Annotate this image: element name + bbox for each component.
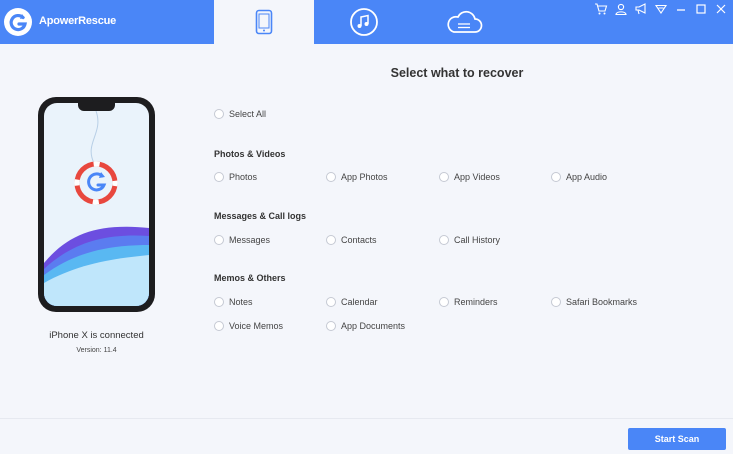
cloud-icon — [447, 10, 483, 33]
device-version: Version: 11.4 — [76, 347, 117, 354]
option-contacts[interactable]: Contacts — [326, 234, 377, 246]
radio-circle[interactable] — [439, 297, 449, 307]
section-title-messages-call-logs: Messages & Call logs — [214, 211, 307, 221]
option-label: Calendar — [341, 297, 378, 307]
radio-circle[interactable] — [439, 235, 449, 245]
recovery-graphic — [44, 110, 149, 306]
footer-divider — [0, 418, 733, 419]
option-app-audio[interactable]: App Audio — [551, 171, 607, 183]
radio-circle[interactable] — [214, 172, 224, 182]
option-app-photos[interactable]: App Photos — [326, 171, 388, 183]
minimize-icon[interactable] — [674, 2, 688, 16]
phone-illustration — [38, 97, 155, 312]
option-notes[interactable]: Notes — [214, 296, 253, 308]
app-logo-icon — [4, 8, 32, 36]
section-title-memos-others: Memos & Others — [214, 273, 286, 283]
radio-circle[interactable] — [326, 321, 336, 331]
option-label: Safari Bookmarks — [566, 297, 638, 307]
option-safari-bookmarks[interactable]: Safari Bookmarks — [551, 296, 637, 308]
page-title: Select what to recover — [390, 66, 524, 80]
option-app-videos[interactable]: App Videos — [439, 171, 500, 183]
radio-circle[interactable] — [551, 172, 561, 182]
option-app-documents[interactable]: App Documents — [326, 320, 405, 332]
radio-circle[interactable] — [326, 172, 336, 182]
phone-screen — [44, 103, 149, 306]
option-label: Photos — [229, 172, 258, 182]
section-title-photos-videos: Photos & Videos — [214, 149, 286, 159]
radio-circle[interactable] — [551, 297, 561, 307]
tab-ios-device[interactable] — [214, 0, 314, 44]
option-label: App Documents — [341, 321, 406, 331]
option-label: Contacts — [341, 235, 377, 245]
option-label: App Videos — [454, 172, 500, 182]
option-label: Voice Memos — [229, 321, 284, 331]
start-scan-button[interactable]: Start Scan — [628, 428, 726, 450]
option-label: Call History — [454, 235, 501, 245]
radio-circle[interactable] — [214, 321, 224, 331]
option-photos[interactable]: Photos — [214, 171, 257, 183]
option-call-history[interactable]: Call History — [439, 234, 500, 246]
select-all-checkbox[interactable]: Select All — [214, 108, 266, 120]
music-icon — [350, 8, 378, 36]
user-icon[interactable] — [614, 2, 628, 16]
maximize-icon[interactable] — [694, 2, 708, 16]
option-label: App Photos — [341, 172, 388, 182]
app-title: ApowerRescue — [39, 15, 117, 27]
radio-circle[interactable] — [214, 235, 224, 245]
tab-itunes-backup[interactable] — [314, 0, 414, 44]
option-label: App Audio — [566, 172, 608, 182]
phone-notch — [78, 103, 115, 111]
radio-circle[interactable] — [439, 172, 449, 182]
radio-circle[interactable] — [214, 297, 224, 307]
option-reminders[interactable]: Reminders — [439, 296, 498, 308]
select-all-label: Select All — [229, 109, 267, 119]
option-label: Messages — [229, 235, 271, 245]
megaphone-icon[interactable] — [634, 2, 648, 16]
tab-icloud-backup[interactable] — [414, 0, 514, 44]
option-voice-memos[interactable]: Voice Memos — [214, 320, 283, 332]
radio-circle[interactable] — [214, 109, 224, 119]
title-bar: ApowerRescue — [0, 0, 733, 44]
phone-icon — [255, 9, 273, 35]
option-calendar[interactable]: Calendar — [326, 296, 378, 308]
option-label: Reminders — [454, 297, 498, 307]
close-icon[interactable] — [714, 2, 728, 16]
device-connected-status: iPhone X is connected — [49, 330, 144, 341]
radio-circle[interactable] — [326, 235, 336, 245]
option-label: Notes — [229, 297, 253, 307]
option-messages[interactable]: Messages — [214, 234, 270, 246]
dropdown-icon[interactable] — [654, 2, 668, 16]
cart-icon[interactable] — [594, 2, 608, 16]
radio-circle[interactable] — [326, 297, 336, 307]
